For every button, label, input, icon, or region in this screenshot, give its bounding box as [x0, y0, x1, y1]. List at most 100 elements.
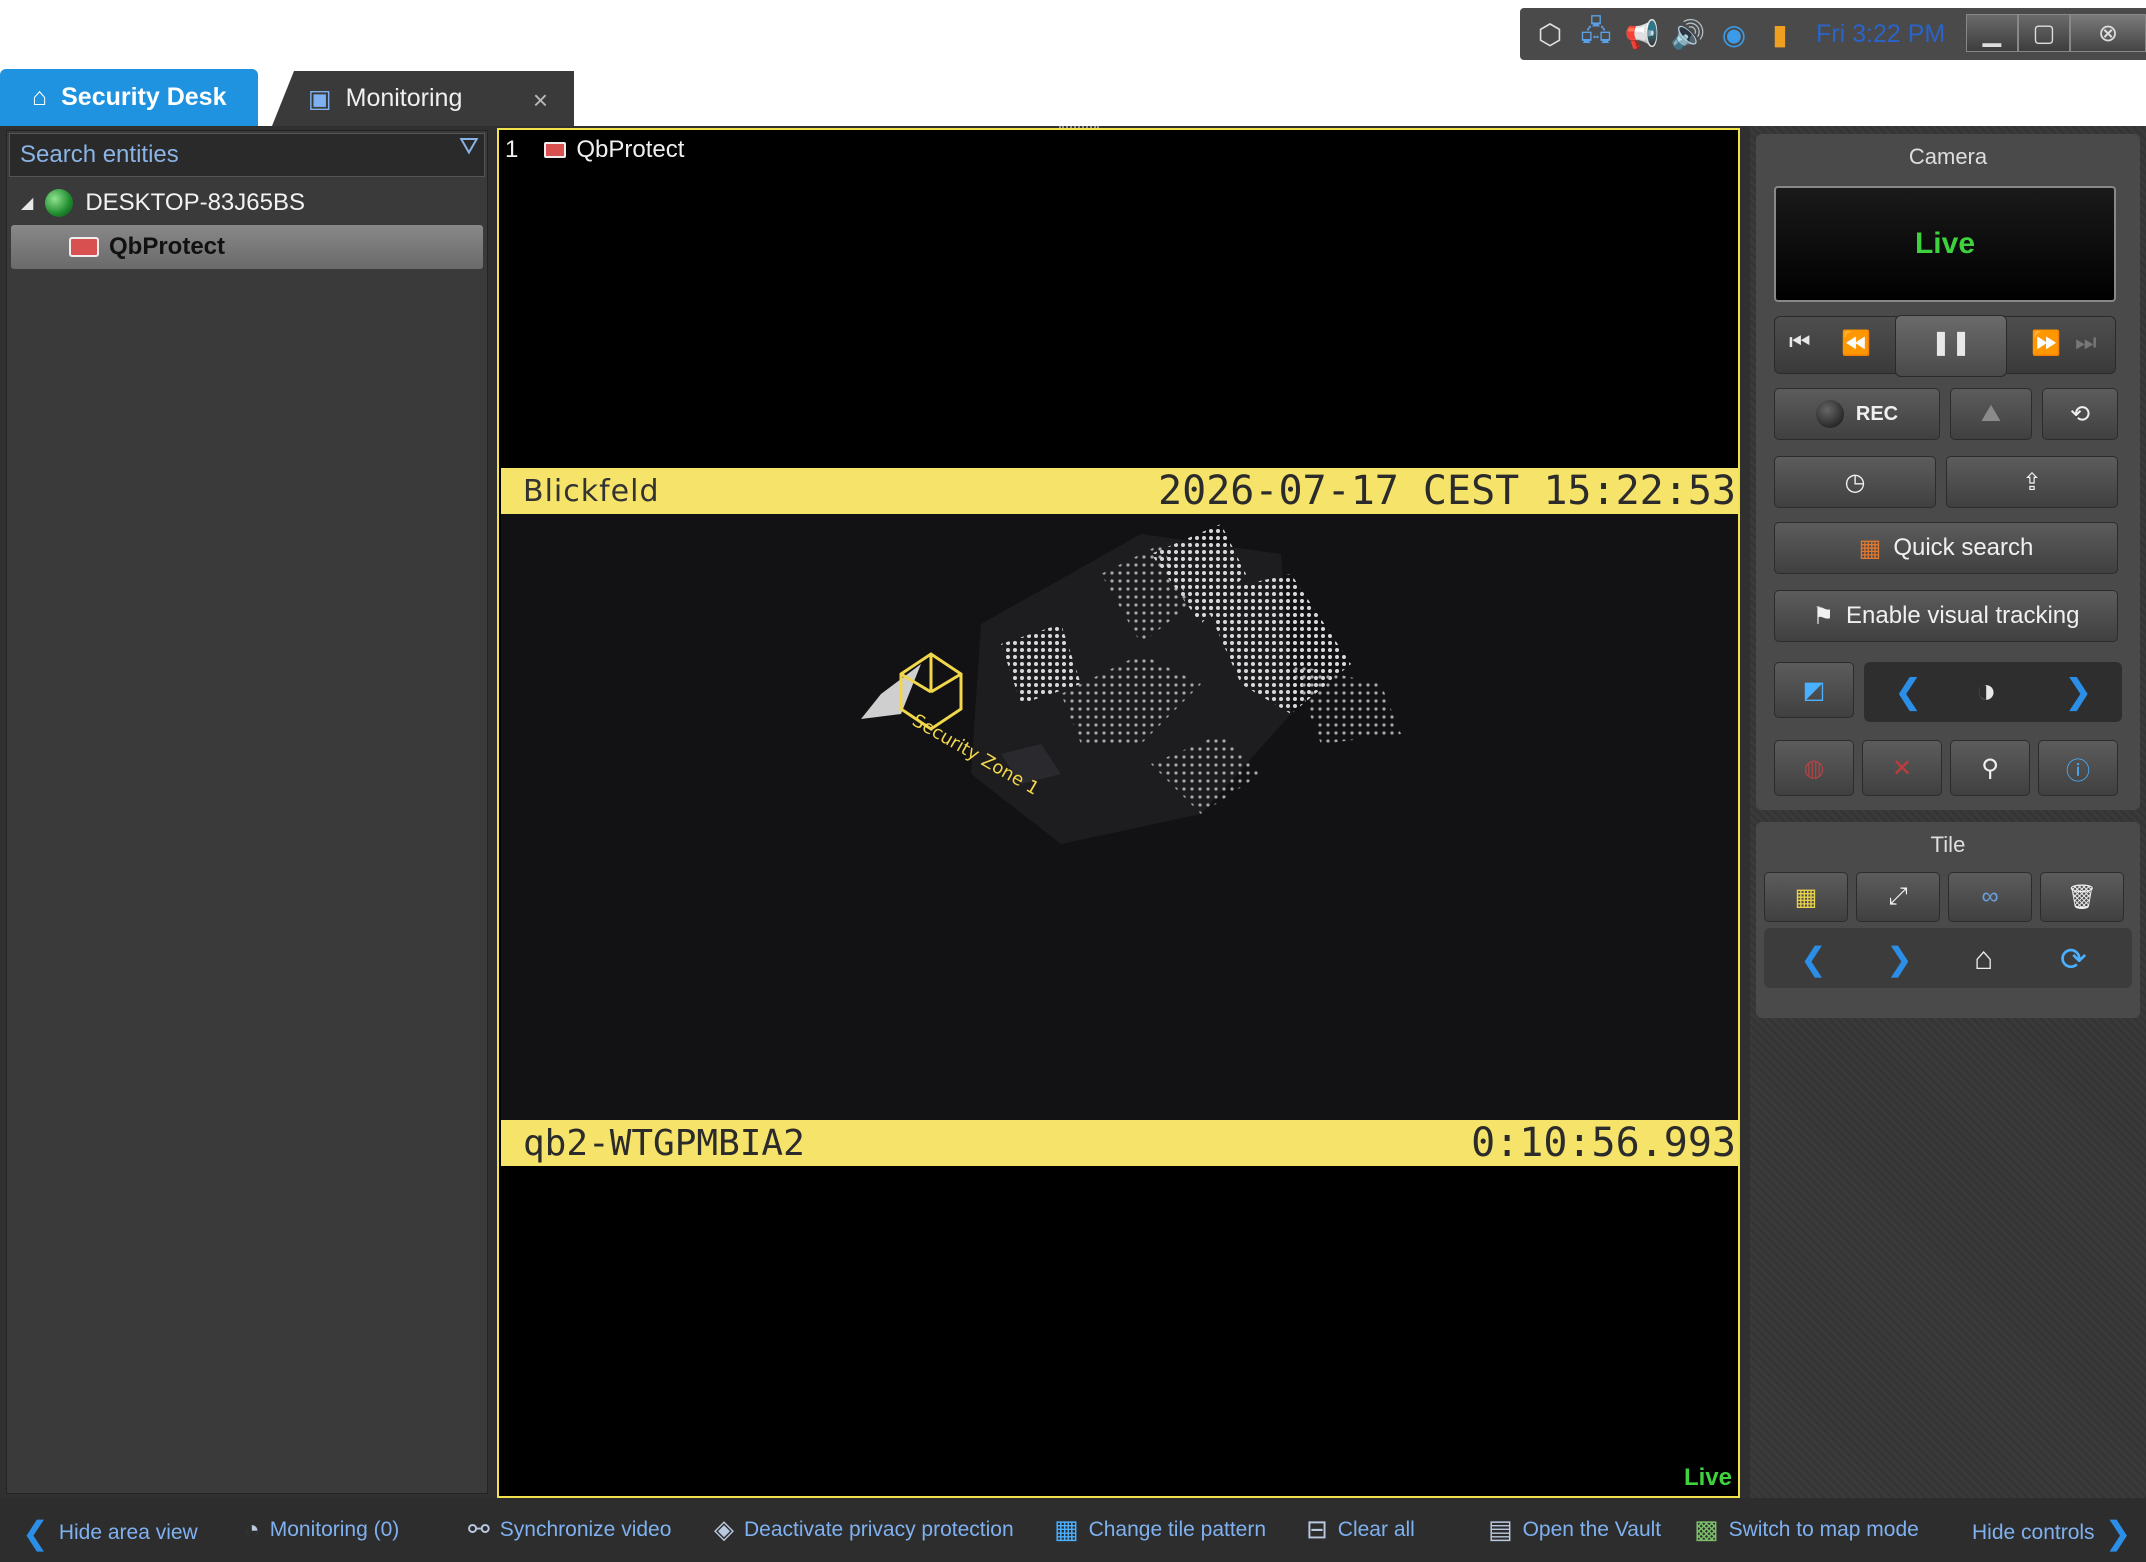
tree-node-qbprotect[interactable]: QbProtect [11, 225, 483, 269]
system-tray: ⬡ 🖧 📢 🔊 ◉ ▮ Fri 3:22 PM ▁ ▢ ⊗ [1520, 8, 2146, 60]
clear-all-icon: ⊟ [1306, 1514, 1328, 1544]
info-button[interactable]: ⓘ [2038, 740, 2118, 796]
tile-live-status: Live [1683, 1464, 1732, 1491]
record-label: REC [1855, 402, 1899, 425]
chevron-left-icon: ❮ [22, 1515, 49, 1551]
disconnect-icon: ✕ [1891, 754, 1913, 782]
digital-zoom-button[interactable]: ◩ [1774, 662, 1854, 718]
video-tile[interactable]: 1 QbProtect Blickfeld 2026-07-17 CEST 15… [497, 126, 1740, 1498]
hide-controls-button[interactable]: Hide controls ❯ [1972, 1514, 2131, 1552]
lidar-point-cloud-view: Security Zone 1 [501, 514, 1738, 1120]
search-input[interactable]: Search entities [9, 133, 485, 177]
zoom-button[interactable]: ⚲ [1950, 740, 2030, 796]
globe-icon[interactable]: ◉ [1716, 16, 1752, 52]
add-bookmark-button[interactable]: ⛰ [1950, 388, 2032, 440]
skip-back-icon[interactable]: ⏮ [1789, 329, 1811, 357]
overlay-band-bottom: qb2-WTGPMBIA2 0:10:56.993 [501, 1120, 1738, 1166]
filter-icon[interactable]: ⛛ [459, 133, 479, 161]
loop-icon: ⟲ [2069, 400, 2091, 428]
synchronize-video-label: Synchronize video [499, 1517, 672, 1541]
audio-button[interactable]: ◍ [1774, 740, 1854, 796]
zoom-window-icon: ◩ [1802, 676, 1826, 704]
map-mode-button[interactable]: ▩ Switch to map mode [1694, 1514, 1919, 1545]
maximize-button[interactable]: ▢ [2018, 14, 2070, 52]
monitoring-label: Monitoring (0) [269, 1517, 400, 1541]
tile-widget: Tile ▦ ⤢ ∞ 🗑 ❮ ❯ ⌂ ⟳ [1756, 822, 2140, 1018]
rewind-icon[interactable]: ⏪ [1841, 329, 1871, 358]
minimize-button[interactable]: ▁ [1966, 14, 2018, 52]
playback-loop-button[interactable]: ⟲ [2042, 388, 2118, 440]
monitoring-button[interactable]: ◔ Monitoring (0) [244, 1514, 399, 1545]
tab-security-desk[interactable]: ⌂ Security Desk [0, 69, 258, 126]
quick-search-button[interactable]: ▦ Quick search [1774, 522, 2118, 574]
tile-index: 1 [505, 136, 519, 163]
tile-refresh-icon[interactable]: ⟳ [2060, 940, 2087, 978]
disconnect-button[interactable]: ✕ [1862, 740, 1942, 796]
tile-camera: QbProtect [544, 136, 684, 164]
ptz-next-icon[interactable]: ❯ [2064, 672, 2093, 712]
ptz-previous-icon[interactable]: ❮ [1894, 672, 1923, 712]
binoculars-icon: ∞ [1981, 883, 1999, 910]
quick-search-label: Quick search [1893, 534, 2034, 561]
close-window-button[interactable]: ⊗ [2070, 14, 2146, 52]
go-to-time-button[interactable]: ◷ [1774, 456, 1936, 508]
vault-icon: ▤ [1488, 1514, 1513, 1544]
maximize-tile-button[interactable]: ⤢ [1856, 872, 1940, 922]
hide-area-view-button[interactable]: ❮ Hide area view [22, 1514, 198, 1552]
privacy-protection-button[interactable]: ◈ Deactivate privacy protection [714, 1514, 1014, 1545]
battery-icon[interactable]: ▮ [1762, 16, 1798, 52]
visual-tracking-label: Enable visual tracking [1846, 602, 2080, 629]
tile-widget-title: Tile [1930, 832, 1966, 857]
camera-icon [69, 237, 99, 257]
tile-home-icon[interactable]: ⌂ [1974, 940, 1993, 977]
tab-monitoring[interactable]: ▣ Monitoring × [272, 71, 574, 126]
brand-logo: Blickfeld [523, 473, 660, 509]
map-mode-label: Switch to map mode [1728, 1517, 1919, 1541]
playback-transport: ⏮ ⏪ ❚❚ ⏩ ⏭ [1774, 315, 2116, 377]
volume-icon[interactable]: 🔊 [1670, 16, 1706, 52]
network-icon[interactable]: 🖧 [1578, 15, 1614, 52]
find-entity-button[interactable]: ∞ [1948, 872, 2032, 922]
tile-back-icon[interactable]: ❮ [1800, 940, 1827, 978]
fast-forward-icon[interactable]: ⏩ [2031, 329, 2061, 358]
skip-forward-icon[interactable]: ⏭ [2075, 329, 2097, 357]
tile-forward-icon[interactable]: ❯ [1886, 940, 1913, 978]
tab-bar: ⌂ Security Desk ▣ Monitoring × [0, 66, 2146, 126]
clear-tile-button[interactable]: 🗑 [2040, 872, 2124, 922]
hide-controls-label: Hide controls [1972, 1521, 2095, 1544]
pause-icon: ❚❚ [1930, 329, 1972, 356]
open-vault-label: Open the Vault [1522, 1517, 1662, 1541]
tree-node-desktop[interactable]: ◢ DESKTOP-83J65BS [9, 181, 485, 225]
map-icon: ▩ [1694, 1514, 1719, 1544]
megaphone-icon[interactable]: 📢 [1624, 16, 1660, 52]
bookmark-icon: ⛰ [1980, 400, 2002, 427]
tile-pattern-button[interactable]: ▦ [1764, 872, 1848, 922]
workspace: Search entities ⛛ ◢ DESKTOP-83J65BS QbPr… [0, 126, 2146, 1498]
tree-node-qbprotect-label: QbProtect [109, 233, 226, 260]
clear-all-button[interactable]: ⊟ Clear all [1306, 1514, 1415, 1545]
window-controls: ▁ ▢ ⊗ [1966, 14, 2146, 52]
clock-icon: ◷ [1844, 468, 1866, 496]
change-tile-pattern-button[interactable]: ▦ Change tile pattern [1054, 1514, 1266, 1545]
entity-tree: ◢ DESKTOP-83J65BS QbProtect [9, 181, 485, 269]
synchronize-video-button[interactable]: ⚯ Synchronize video [468, 1514, 671, 1545]
server-globe-icon [45, 189, 74, 217]
open-vault-button[interactable]: ▤ Open the Vault [1488, 1514, 1661, 1545]
visual-tracking-button[interactable]: ⚑ Enable visual tracking [1774, 590, 2118, 642]
tile-drag-handle[interactable] [1059, 126, 1099, 130]
export-video-button[interactable]: ⇪ [1946, 456, 2118, 508]
record-button[interactable]: REC [1774, 388, 1940, 440]
clear-all-label: Clear all [1337, 1517, 1415, 1541]
expand-icon[interactable]: ◢ [21, 193, 33, 213]
genetec-icon[interactable]: ⬡ [1532, 16, 1568, 52]
tab-monitoring-label: Monitoring [345, 84, 463, 112]
magnifier-icon: ⚲ [1981, 754, 1999, 782]
ptz-preset-icon[interactable]: ◑ [1976, 672, 1997, 711]
pause-button[interactable]: ❚❚ [1895, 315, 2007, 377]
privacy-protection-label: Deactivate privacy protection [744, 1517, 1014, 1541]
close-tab-icon[interactable]: × [533, 85, 548, 116]
change-tile-pattern-label: Change tile pattern [1088, 1517, 1267, 1541]
monitoring-icon: ▣ [308, 84, 332, 113]
controls-panel: Camera Live ⏮ ⏪ ❚❚ ⏩ ⏭ REC ⛰ ⟲ ◷ ⇪ ▦ Qui… [1750, 126, 2146, 1498]
tab-security-desk-label: Security Desk [61, 83, 227, 111]
